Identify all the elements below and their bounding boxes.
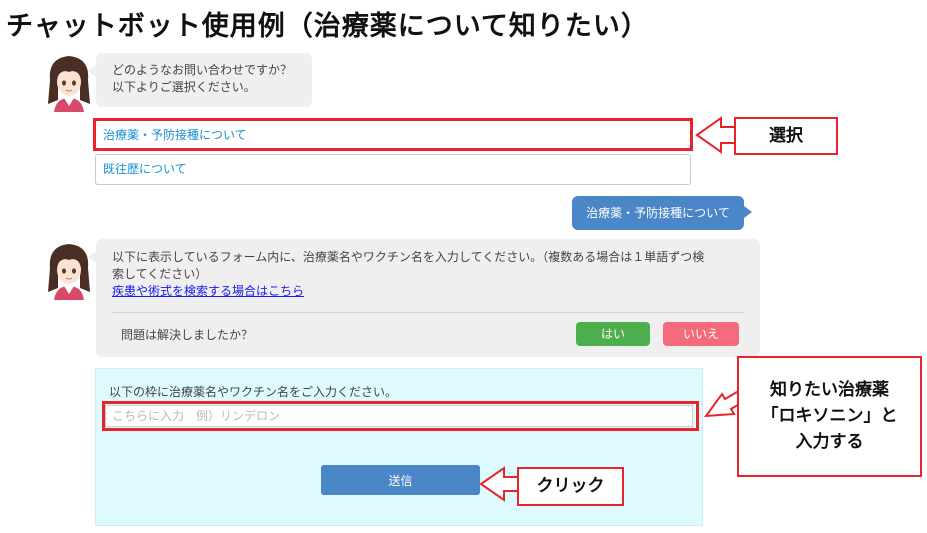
bot-avatar	[38, 238, 100, 300]
select-highlight-frame	[93, 118, 693, 151]
no-button[interactable]: いいえ	[663, 322, 739, 346]
yes-button[interactable]: はい	[576, 322, 650, 346]
click-callout: クリック	[517, 467, 624, 506]
reply-line-2: 索してください）	[112, 267, 208, 281]
disease-search-link[interactable]: 疾患や術式を検索する場合はこちら	[112, 283, 304, 300]
select-callout: 選択	[734, 117, 838, 155]
enter-callout-line-1: 知りたい治療薬	[770, 380, 889, 400]
reply-line-1: 以下に表示しているフォーム内に、治療薬名やワクチン名を入力してください。（複数あ…	[112, 250, 705, 264]
bot-reply-bubble: 以下に表示しているフォーム内に、治療薬名やワクチン名を入力してください。（複数あ…	[88, 239, 760, 357]
enter-callout: 知りたい治療薬 「ロキソニン」と 入力する	[737, 356, 922, 477]
form-label: 以下の枠に治療薬名やワクチン名をご入力ください。	[109, 385, 398, 399]
resolved-question: 問題は解決しましたか？	[121, 328, 254, 342]
user-reply-bubble: 治療薬・予防接種について	[572, 196, 752, 230]
bot-avatar	[38, 50, 100, 112]
input-highlight-frame	[102, 401, 699, 431]
select-arrow-icon	[695, 116, 736, 154]
bot-avatar-icon	[38, 238, 100, 300]
enter-callout-line-3: 入力する	[795, 432, 864, 452]
bot-avatar-icon	[38, 50, 100, 112]
bot-greeting-bubble: どのようなお問い合わせですか？ 以下よりご選択ください。	[88, 53, 312, 107]
enter-callout-line-2: 「ロキソニン」と	[761, 406, 898, 426]
page-title: チャットボット使用例（治療薬について知りたい）	[6, 11, 649, 42]
submit-button[interactable]: 送信	[321, 465, 480, 495]
reply-divider	[112, 312, 744, 313]
option-medical-history[interactable]: 既往歴について	[95, 154, 691, 185]
greeting-line-2: 以下よりご選択ください。	[112, 80, 256, 94]
greeting-line-1: どのようなお問い合わせですか？	[112, 63, 293, 77]
